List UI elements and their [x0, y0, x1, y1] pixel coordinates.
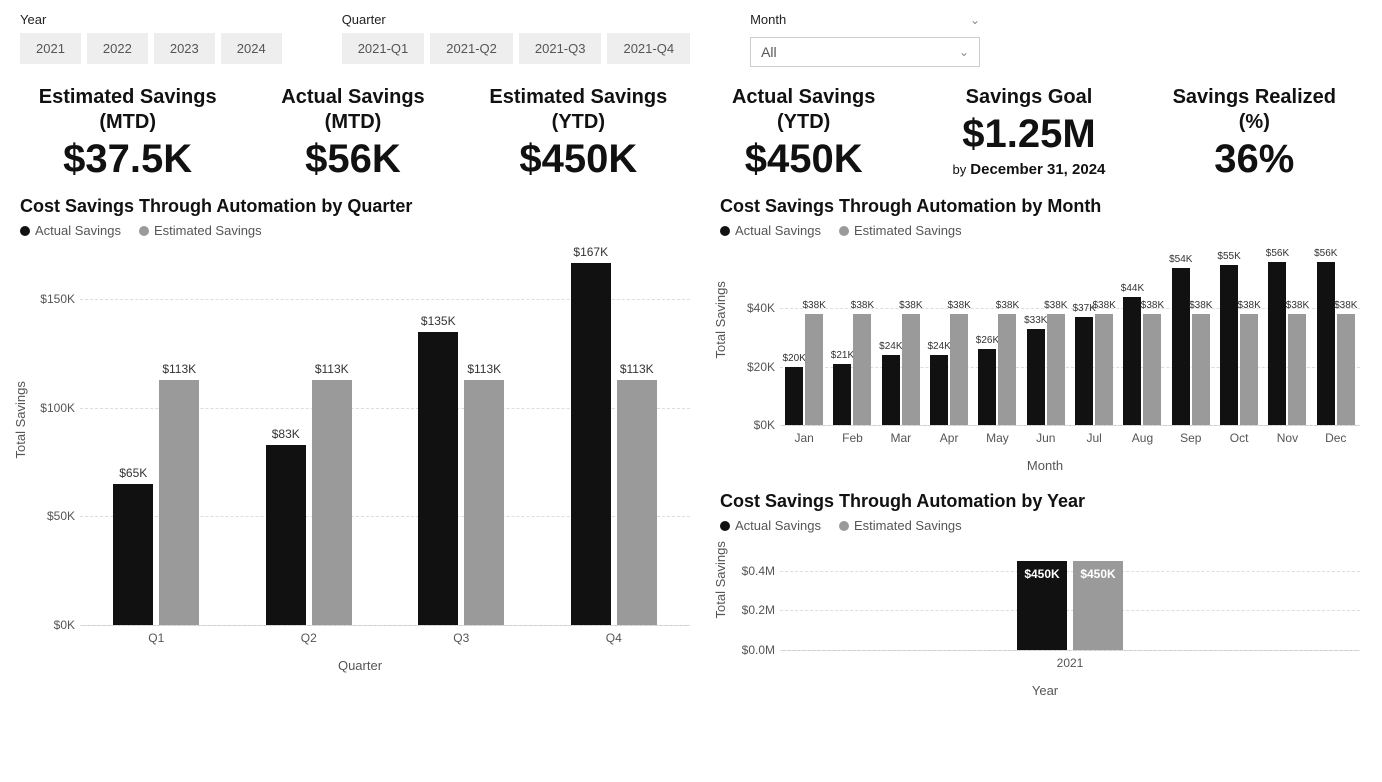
bar-estimated-savings[interactable]: $113K	[617, 380, 657, 625]
kpi-value: $37.5K	[20, 137, 235, 182]
kpi-subtitle: byDecember 31, 2024	[921, 161, 1136, 178]
bar-estimated-savings[interactable]: $38K	[902, 314, 920, 425]
bar-estimated-savings[interactable]: $38K	[998, 314, 1016, 425]
bar-actual-savings[interactable]: $24K	[930, 355, 948, 425]
month-selected-value: All	[761, 44, 777, 60]
kpi-title: Savings Goal	[921, 85, 1136, 110]
plot-month[interactable]: Total Savings$0K$20K$40K$20K$38KJan$21K$…	[720, 246, 1370, 456]
bar-actual-savings[interactable]: $56K	[1317, 262, 1335, 425]
kpi-card: Savings Realized(%)36%	[1147, 85, 1362, 182]
bar-estimated-savings[interactable]: $38K	[950, 314, 968, 425]
bar-actual-savings[interactable]: $24K	[882, 355, 900, 425]
bar-estimated-savings[interactable]: $38K	[853, 314, 871, 425]
bar-estimated-savings[interactable]: $38K	[1288, 314, 1306, 425]
bar-estimated-savings[interactable]: $38K	[805, 314, 823, 425]
chart-month: Cost Savings Through Automation by Month…	[720, 196, 1370, 473]
legend-dot-estimated	[839, 226, 849, 236]
chart-title: Cost Savings Through Automation by Quart…	[20, 196, 700, 217]
chart-legend: Actual Savings Estimated Savings	[720, 518, 1370, 533]
month-dropdown[interactable]: All ⌄	[750, 37, 980, 67]
year-slicer-2023[interactable]: 2023	[154, 33, 215, 64]
year-slicer-2022[interactable]: 2022	[87, 33, 148, 64]
bar-actual-savings[interactable]: $65K	[113, 484, 153, 625]
bar-actual-savings[interactable]: $20K	[785, 367, 803, 425]
bar-actual-savings[interactable]: $135K	[418, 332, 458, 625]
bar-actual-savings[interactable]: $21K	[833, 364, 851, 425]
bar-estimated-savings[interactable]: $38K	[1240, 314, 1258, 425]
bar-estimated-savings[interactable]: $113K	[464, 380, 504, 625]
bar-actual-savings[interactable]: $83K	[266, 445, 306, 625]
year-filter-label: Year	[20, 12, 282, 27]
plot-quarter[interactable]: Total Savings$0K$50K$100K$150K$65K$113KQ…	[20, 246, 700, 656]
chart-quarter: Cost Savings Through Automation by Quart…	[20, 196, 700, 698]
kpi-title: Savings Realized(%)	[1147, 85, 1362, 135]
legend-dot-actual	[20, 226, 30, 236]
month-filter: Month ⌄ All ⌄	[750, 12, 980, 67]
kpi-card: Estimated Savings(YTD)$450K	[471, 85, 686, 182]
kpi-card: Estimated Savings(MTD)$37.5K	[20, 85, 235, 182]
kpi-card: Savings Goal$1.25M byDecember 31, 2024	[921, 85, 1136, 182]
year-filter: Year 2021202220232024	[20, 12, 282, 67]
chart-legend: Actual Savings Estimated Savings	[20, 223, 700, 238]
bar-estimated-savings[interactable]: $38K	[1047, 314, 1065, 425]
kpi-title: Estimated Savings(MTD)	[20, 85, 235, 135]
kpi-title: Estimated Savings(YTD)	[471, 85, 686, 135]
bar-actual-savings[interactable]: $26K	[978, 349, 996, 425]
bar-estimated-savings[interactable]: $38K	[1095, 314, 1113, 425]
quarter-filter: Quarter 2021-Q12021-Q22021-Q32021-Q4	[342, 12, 690, 67]
kpi-row: Estimated Savings(MTD)$37.5KActual Savin…	[20, 85, 1362, 182]
kpi-title: Actual Savings(YTD)	[696, 85, 911, 135]
bar-estimated-savings[interactable]: $113K	[312, 380, 352, 625]
quarter-filter-label: Quarter	[342, 12, 690, 27]
legend-dot-actual	[720, 226, 730, 236]
bar-estimated-savings[interactable]: $38K	[1192, 314, 1210, 425]
plot-year[interactable]: Total Savings$0.0M$0.2M$0.4M$450K$450K20…	[720, 541, 1370, 681]
filter-bar: Year 2021202220232024 Quarter 2021-Q1202…	[20, 12, 1362, 67]
chart-year: Cost Savings Through Automation by Year …	[720, 491, 1370, 698]
bar-estimated-savings[interactable]: $38K	[1337, 314, 1355, 425]
kpi-card: Actual Savings(YTD)$450K	[696, 85, 911, 182]
bar-estimated-savings[interactable]: $450K	[1073, 561, 1123, 650]
bar-actual-savings[interactable]: $56K	[1268, 262, 1286, 425]
bar-actual-savings[interactable]: $37K	[1075, 317, 1093, 425]
bar-actual-savings[interactable]: $44K	[1123, 297, 1141, 425]
kpi-value: $450K	[696, 137, 911, 182]
bar-actual-savings[interactable]: $55K	[1220, 265, 1238, 425]
kpi-value: 36%	[1147, 137, 1362, 182]
bar-actual-savings[interactable]: $54K	[1172, 268, 1190, 425]
kpi-value: $1.25M	[921, 112, 1136, 157]
legend-dot-actual	[720, 521, 730, 531]
quarter-slicer-2021-Q1[interactable]: 2021-Q1	[342, 33, 425, 64]
bar-actual-savings[interactable]: $450K	[1017, 561, 1067, 650]
month-filter-label: Month	[750, 12, 786, 27]
quarter-slicer-2021-Q3[interactable]: 2021-Q3	[519, 33, 602, 64]
chevron-down-icon[interactable]: ⌄	[970, 13, 980, 27]
chart-title: Cost Savings Through Automation by Month	[720, 196, 1370, 217]
quarter-slicer-2021-Q4[interactable]: 2021-Q4	[607, 33, 690, 64]
kpi-value: $450K	[471, 137, 686, 182]
kpi-card: Actual Savings(MTD)$56K	[245, 85, 460, 182]
kpi-value: $56K	[245, 137, 460, 182]
bar-estimated-savings[interactable]: $38K	[1143, 314, 1161, 425]
quarter-slicer-2021-Q2[interactable]: 2021-Q2	[430, 33, 513, 64]
bar-actual-savings[interactable]: $167K	[571, 263, 611, 625]
legend-dot-estimated	[139, 226, 149, 236]
kpi-title: Actual Savings(MTD)	[245, 85, 460, 135]
year-slicer-2024[interactable]: 2024	[221, 33, 282, 64]
year-slicer-2021[interactable]: 2021	[20, 33, 81, 64]
chart-legend: Actual Savings Estimated Savings	[720, 223, 1370, 238]
legend-dot-estimated	[839, 521, 849, 531]
bar-actual-savings[interactable]: $33K	[1027, 329, 1045, 425]
bar-estimated-savings[interactable]: $113K	[159, 380, 199, 625]
chart-title: Cost Savings Through Automation by Year	[720, 491, 1370, 512]
chevron-down-icon: ⌄	[959, 45, 969, 59]
